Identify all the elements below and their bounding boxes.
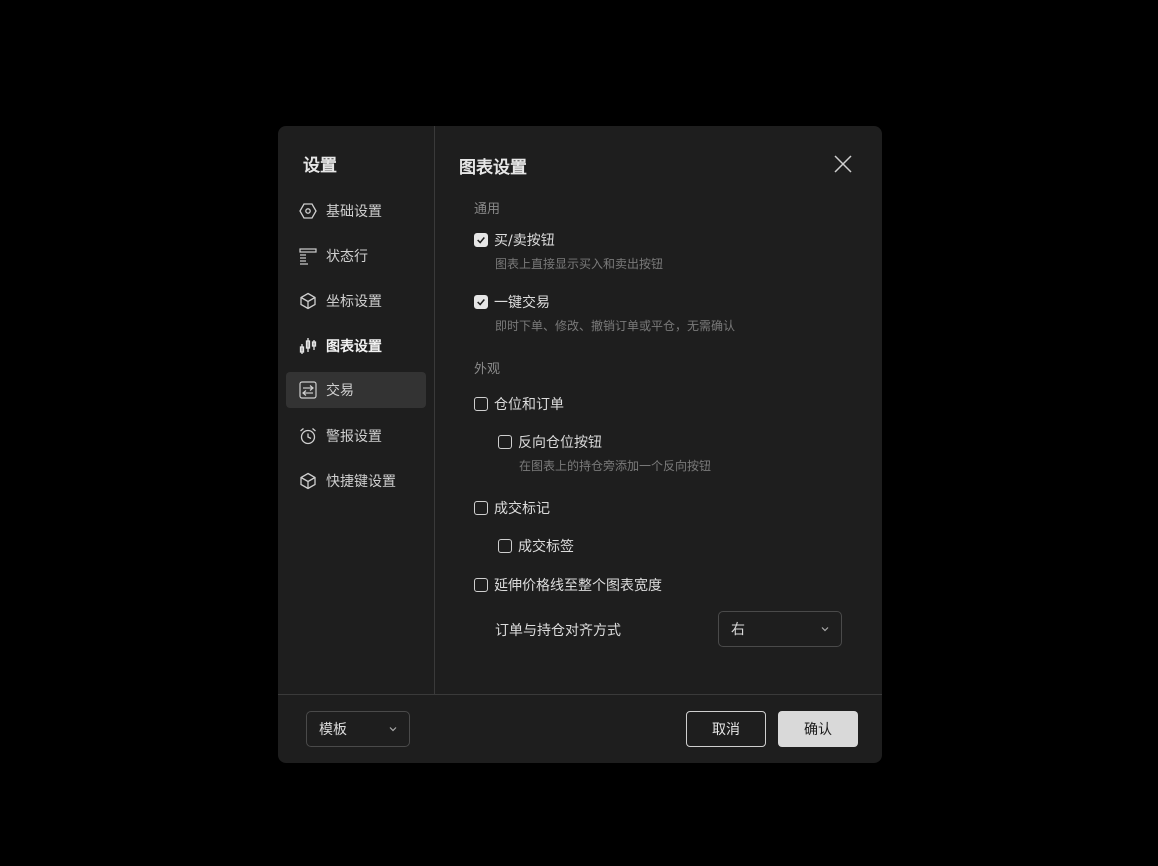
section-appearance: 外观 <box>474 362 501 377</box>
sidebar-item-label: 图表设置 <box>326 339 382 355</box>
candlestick-icon <box>299 337 317 355</box>
sidebar-item-scales[interactable]: 坐标设置 <box>286 283 426 319</box>
positions-orders-checkbox-row[interactable]: 仓位和订单 <box>474 394 564 414</box>
sidebar-item-label: 基础设置 <box>326 204 382 220</box>
cancel-button[interactable]: 取消 <box>686 711 766 747</box>
sidebar-item-trading[interactable]: 交易 <box>286 372 426 408</box>
sidebar-item-status-line[interactable]: 状态行 <box>286 238 426 274</box>
exec-marks-checkbox-row[interactable]: 成交标记 <box>474 498 550 518</box>
page-title: 图表设置 <box>459 158 527 178</box>
sidebar: 设置 基础设置 状态行 坐标设置 图表设置 交易 警报设置 快捷键设置 <box>278 126 435 694</box>
one-click-desc: 即时下单、修改、撤销订单或平仓，无需确认 <box>495 319 736 333</box>
alarm-clock-icon <box>299 427 317 445</box>
exec-labels-checkbox[interactable] <box>498 539 512 553</box>
reverse-button-checkbox-row[interactable]: 反向仓位按钮 <box>498 432 602 452</box>
sidebar-item-label: 坐标设置 <box>326 294 382 310</box>
status-lines-icon <box>299 247 317 265</box>
swap-arrows-icon <box>299 381 317 399</box>
section-general: 通用 <box>474 202 501 217</box>
extend-lines-checkbox[interactable] <box>474 578 488 592</box>
sidebar-item-label: 交易 <box>326 383 354 399</box>
sidebar-item-basic[interactable]: 基础设置 <box>286 193 426 229</box>
reverse-button-checkbox[interactable] <box>498 435 512 449</box>
exec-marks-checkbox[interactable] <box>474 501 488 515</box>
check-icon <box>477 237 485 244</box>
one-click-checkbox[interactable] <box>474 295 488 309</box>
sidebar-item-shortcuts[interactable]: 快捷键设置 <box>286 463 426 499</box>
reverse-button-desc: 在图表上的持仓旁添加一个反向按钮 <box>519 459 712 473</box>
sidebar-item-label: 快捷键设置 <box>326 474 396 490</box>
sidebar-item-label: 警报设置 <box>326 429 382 445</box>
exec-labels-checkbox-row[interactable]: 成交标签 <box>498 536 574 556</box>
sidebar-title: 设置 <box>303 156 337 176</box>
sidebar-item-chart-settings[interactable]: 图表设置 <box>286 328 426 364</box>
buy-sell-checkbox[interactable] <box>474 233 488 247</box>
extend-lines-checkbox-row[interactable]: 延伸价格线至整个图表宽度 <box>474 575 662 595</box>
buy-sell-checkbox-row[interactable]: 买/卖按钮 <box>474 230 555 250</box>
template-label: 模板 <box>319 722 347 738</box>
confirm-button[interactable]: 确认 <box>778 711 858 747</box>
settings-dialog: 设置 基础设置 状态行 坐标设置 图表设置 交易 警报设置 快捷键设置 图表设置… <box>278 126 882 763</box>
chevron-down-icon <box>821 627 829 632</box>
hexagon-gear-icon <box>299 202 317 220</box>
alignment-value: 右 <box>731 622 745 638</box>
cube-icon <box>299 472 317 490</box>
sidebar-item-label: 状态行 <box>326 249 368 265</box>
close-icon <box>834 155 852 173</box>
sidebar-item-alerts[interactable]: 警报设置 <box>286 418 426 454</box>
positions-orders-checkbox[interactable] <box>474 397 488 411</box>
chevron-down-icon <box>389 727 397 732</box>
one-click-checkbox-row[interactable]: 一键交易 <box>474 292 550 312</box>
buy-sell-desc: 图表上直接显示买入和卖出按钮 <box>495 257 664 271</box>
close-button[interactable] <box>832 153 854 175</box>
dialog-footer: 模板 取消 确认 <box>278 694 882 763</box>
template-select[interactable]: 模板 <box>306 711 410 747</box>
check-icon <box>477 299 485 306</box>
alignment-select[interactable]: 右 <box>718 611 842 647</box>
alignment-label: 订单与持仓对齐方式 <box>495 623 621 639</box>
cube-icon <box>299 292 317 310</box>
